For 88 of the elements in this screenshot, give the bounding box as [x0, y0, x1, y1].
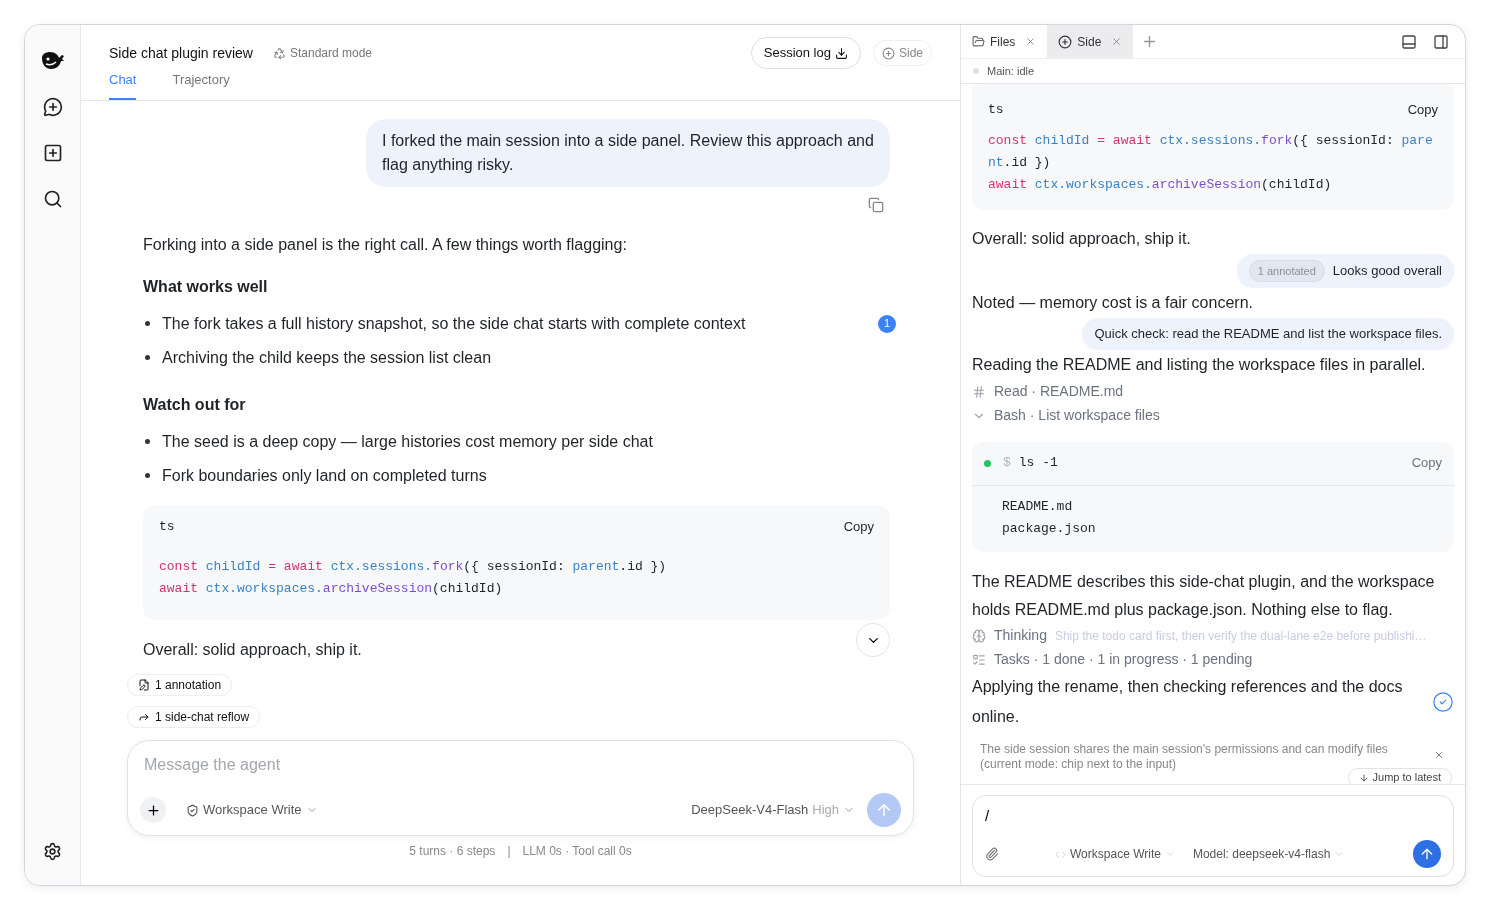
assistant-message: Overall: solid approach, ship it.	[143, 640, 363, 660]
assistant-message: Noted — memory cost is a fair concern.	[972, 293, 1254, 313]
shield-icon	[186, 803, 199, 817]
close-icon[interactable]	[1025, 36, 1037, 47]
close-icon[interactable]	[1111, 36, 1123, 47]
panel-right-icon[interactable]	[1433, 33, 1449, 50]
assistant-message: Reading the README and listing the workspace files in parallel.	[972, 354, 1427, 375]
share-arrow-icon	[138, 711, 150, 723]
download-icon	[834, 46, 848, 60]
chat-tab[interactable]: Chat	[109, 70, 137, 100]
permission-mode-dropdown[interactable]: Workspace Write	[178, 800, 326, 820]
task-list-icon	[972, 652, 986, 667]
whale-logo-icon[interactable]	[39, 49, 66, 71]
terminal-output-line: README.md	[1002, 497, 1074, 516]
send-button[interactable]	[1413, 840, 1441, 868]
assistant-message: Forking into a side panel is the right call. A few things worth flagging:	[143, 234, 628, 255]
bullet-text: The fork takes a full history snapshot, so the side chat starts with complete context	[162, 313, 747, 334]
add-button[interactable]	[140, 797, 166, 823]
panel-tab[interactable]: Side	[1047, 25, 1134, 58]
plus-circle-icon	[881, 46, 895, 60]
tool-call-row[interactable]: Bash · List workspace files	[972, 403, 1454, 428]
chat-title: Side chat plugin review	[109, 43, 253, 63]
assistant-message: Applying the rename, then checking references and the docs online.	[972, 676, 1404, 727]
bullet-text: The seed is a deep copy — large histories cost memory per side chat	[162, 431, 654, 452]
permission-mode-dropdown[interactable]: Workspace Write	[1055, 845, 1175, 863]
chevron-down-icon	[1164, 849, 1175, 859]
thinking-label[interactable]: Thinking	[994, 625, 1047, 646]
section-heading: What works well	[143, 276, 269, 297]
chevron-down-icon	[1334, 849, 1345, 859]
terminal-output-line: package.json	[1002, 519, 1097, 538]
brain-icon	[972, 628, 986, 643]
tasks-row[interactable]: Tasks · 1 done · 1 in progress · 1 pending	[972, 647, 1454, 672]
main-status: Main: idle	[987, 63, 1035, 79]
timing-stats: LLM 0s · Tool call 0s	[522, 843, 632, 860]
add-square-icon[interactable]	[42, 143, 63, 163]
bullet-icon	[145, 321, 150, 326]
user-message: Looks good overall	[1332, 262, 1442, 280]
note-icon	[138, 679, 150, 691]
model-dropdown[interactable]: Model: deepseek-v4-flash	[1192, 845, 1345, 863]
model-dropdown[interactable]: DeepSeek-V4-Flash High	[691, 800, 855, 820]
code-line: const childId = await ctx.sessions.fork({ sessionId: parent.id })	[159, 558, 668, 576]
mode-label: Standard mode	[290, 45, 373, 62]
jump-to-latest-button[interactable]: Jump to latest	[1347, 767, 1452, 784]
message-input[interactable]: /	[985, 805, 1441, 828]
bullet-text: Archiving the child keeps the session list clean	[162, 347, 493, 368]
plus-circle-icon	[1058, 34, 1073, 49]
code-icon	[1055, 848, 1066, 860]
copy-button[interactable]: Copy	[1407, 100, 1438, 120]
tool-call-row[interactable]: Read · README.md	[972, 379, 1454, 404]
hash-icon	[972, 384, 986, 399]
bullet-text: Fork boundaries only land on completed turns	[162, 465, 488, 486]
bullet-icon	[145, 355, 150, 360]
copy-button[interactable]: Copy	[843, 516, 874, 536]
panel-bottom-icon[interactable]	[1401, 33, 1417, 50]
section-heading: Watch out for	[143, 394, 247, 415]
separator: |	[507, 843, 511, 860]
user-message: Quick check: read the README and list the workspace files.	[1094, 325, 1442, 343]
thinking-summary: Ship the todo card first, then verify the dual-lane e2e before publishi…	[1054, 627, 1427, 645]
code-language: ts	[159, 517, 175, 536]
close-icon[interactable]	[1434, 749, 1444, 760]
code-line: await ctx.workspaces.archiveSession(childId)	[988, 175, 1333, 194]
turn-stats: 5 turns · 6 steps	[409, 843, 496, 860]
code-line: await ctx.workspaces.archiveSession(childId)	[159, 580, 504, 598]
code-line: const childId = await ctx.sessions.fork({ sessionId: parent.id })	[988, 131, 1434, 172]
user-message-bubble: I forked the main session into a side panel. Review this approach and flag anything risky.	[366, 118, 890, 187]
copy-icon[interactable]	[868, 196, 884, 213]
bullet-icon	[145, 473, 150, 478]
search-icon[interactable]	[42, 189, 63, 209]
assistant-message: The README describes this side-chat plugin, and the workspace holds README.md plus package.json. Nothing else to flag.	[972, 571, 1436, 620]
folder-icon	[972, 35, 985, 48]
shell-prompt: $	[1003, 454, 1011, 473]
annotation-count-badge[interactable]: 1	[878, 314, 896, 333]
chat-tab[interactable]: Trajectory	[172, 70, 230, 100]
composer[interactable]: Message the agent Workspace Write DeepSeek-V4-Flash High	[127, 740, 914, 836]
paperclip-icon[interactable]	[985, 847, 999, 861]
arrow-down-icon	[1358, 772, 1369, 783]
copy-button[interactable]: Copy	[1411, 453, 1442, 473]
annotated-badge: 1 annotated	[1248, 259, 1325, 282]
bullet-icon	[145, 439, 150, 444]
code-language: ts	[988, 101, 1004, 119]
new-chat-icon[interactable]	[42, 97, 63, 117]
shell-command: ls -1	[1018, 454, 1059, 473]
settings-icon[interactable]	[43, 842, 62, 861]
side-composer[interactable]: / Workspace Write Model: deepseek-v4-flash	[972, 795, 1454, 877]
assistant-message: Overall: solid approach, ship it.	[972, 228, 1192, 249]
message-input[interactable]: Message the agent	[140, 753, 901, 777]
plus-icon	[145, 802, 161, 818]
panel-tab[interactable]: Files	[961, 25, 1048, 58]
